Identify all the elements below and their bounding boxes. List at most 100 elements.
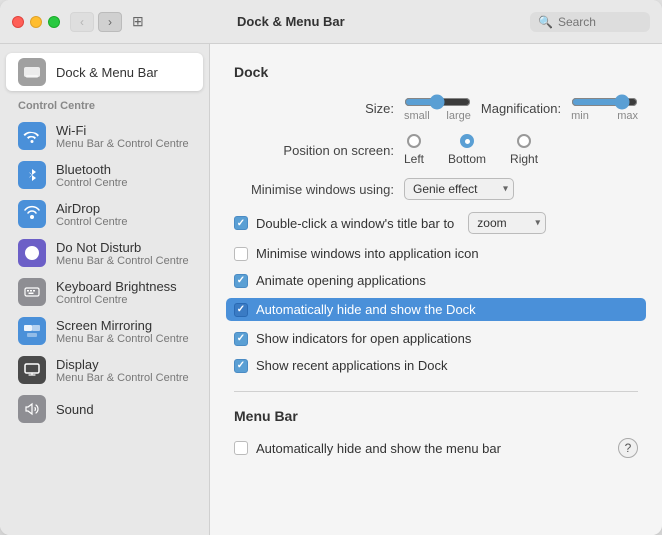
airdrop-icon — [18, 200, 46, 228]
sidebar-dock-label: Dock & Menu Bar — [56, 65, 158, 80]
minimise-icon-row: Minimise windows into application icon — [234, 244, 638, 263]
minimize-button[interactable] — [30, 16, 42, 28]
search-input[interactable] — [558, 15, 638, 29]
animate-label: Animate opening applications — [256, 273, 426, 288]
mag-max-label: max — [617, 110, 638, 122]
zoom-select[interactable]: zoom minimise — [468, 212, 546, 234]
sidebar: Dock & Menu Bar Control Centre Wi-Fi Men… — [0, 44, 210, 535]
sidebar-keyboard-label: Keyboard Brightness — [56, 279, 177, 294]
sidebar-airdrop-label: AirDrop — [56, 201, 128, 216]
sidebar-item-airdrop[interactable]: AirDrop Control Centre — [6, 195, 203, 233]
genie-effect-wrapper[interactable]: Genie effect Scale effect — [404, 178, 514, 200]
sidebar-wifi-sublabel: Menu Bar & Control Centre — [56, 138, 189, 150]
search-icon: 🔍 — [538, 15, 553, 29]
recent-checkbox[interactable] — [234, 359, 248, 373]
position-row: Position on screen: Left Bottom Right — [234, 134, 638, 166]
dnd-icon — [18, 239, 46, 267]
minimise-icon-checkbox[interactable] — [234, 247, 248, 261]
autohide-dock-label: Automatically hide and show the Dock — [256, 302, 476, 317]
recent-label: Show recent applications in Dock — [256, 358, 448, 373]
animate-checkbox[interactable] — [234, 274, 248, 288]
minimise-label: Minimise windows using: — [234, 182, 394, 197]
size-large-label: large — [446, 110, 470, 122]
keyboard-icon — [18, 278, 46, 306]
sidebar-item-keyboard[interactable]: Keyboard Brightness Control Centre — [6, 273, 203, 311]
sidebar-keyboard-sublabel: Control Centre — [56, 294, 177, 306]
autohide-dock-checkbox[interactable] — [234, 303, 248, 317]
double-click-row: Double-click a window's title bar to zoo… — [234, 210, 638, 236]
search-box[interactable]: 🔍 — [530, 12, 650, 32]
sidebar-item-wifi[interactable]: Wi-Fi Menu Bar & Control Centre — [6, 117, 203, 155]
sidebar-bluetooth-sublabel: Control Centre — [56, 177, 128, 189]
bluetooth-icon — [18, 161, 46, 189]
indicators-label: Show indicators for open applications — [256, 331, 471, 346]
menu-bar-autohide-row: Automatically hide and show the menu bar… — [234, 438, 638, 458]
position-right[interactable]: Right — [510, 134, 538, 166]
sidebar-item-dnd[interactable]: Do Not Disturb Menu Bar & Control Centre — [6, 234, 203, 272]
menu-bar-section-title: Menu Bar — [234, 408, 638, 424]
dock-section-title: Dock — [234, 64, 638, 80]
minimise-select[interactable]: Genie effect Scale effect — [404, 178, 514, 200]
size-small-label: small — [404, 110, 430, 122]
sidebar-dnd-label: Do Not Disturb — [56, 240, 189, 255]
minimise-icon-label: Minimise windows into application icon — [256, 246, 479, 261]
system-preferences-window: ‹ › ⊞ Dock & Menu Bar 🔍 Dock & Menu Ba — [0, 0, 662, 535]
autohide-menubar-checkbox-row: Automatically hide and show the menu bar — [234, 439, 501, 458]
mag-min-label: min — [571, 110, 589, 122]
position-options: Left Bottom Right — [404, 134, 538, 166]
sound-icon — [18, 395, 46, 423]
titlebar: ‹ › ⊞ Dock & Menu Bar 🔍 — [0, 0, 662, 44]
indicators-row: Show indicators for open applications — [234, 329, 638, 348]
sidebar-dnd-sublabel: Menu Bar & Control Centre — [56, 255, 189, 267]
checkboxes-section: Double-click a window's title bar to zoo… — [234, 210, 638, 375]
wifi-icon — [18, 122, 46, 150]
help-button[interactable]: ? — [618, 438, 638, 458]
double-click-checkbox[interactable] — [234, 216, 248, 230]
section-divider — [234, 391, 638, 392]
radio-bottom[interactable] — [460, 134, 474, 148]
size-label: Size: — [234, 101, 394, 116]
sidebar-item-sound[interactable]: Sound — [6, 390, 203, 428]
sidebar-display-sublabel: Menu Bar & Control Centre — [56, 372, 189, 384]
position-bottom[interactable]: Bottom — [448, 134, 486, 166]
window-title: Dock & Menu Bar — [52, 14, 530, 29]
sidebar-mirroring-sublabel: Menu Bar & Control Centre — [56, 333, 189, 345]
sidebar-item-display[interactable]: Display Menu Bar & Control Centre — [6, 351, 203, 389]
magnification-label: Magnification: — [481, 101, 561, 116]
double-click-label: Double-click a window's title bar to — [256, 216, 454, 231]
autohide-menubar-label: Automatically hide and show the menu bar — [256, 441, 501, 456]
autohide-dock-row: Automatically hide and show the Dock — [226, 298, 646, 321]
sidebar-bluetooth-label: Bluetooth — [56, 162, 128, 177]
zoom-select-wrapper[interactable]: zoom minimise — [468, 212, 546, 234]
position-label: Position on screen: — [234, 143, 394, 158]
position-bottom-label: Bottom — [448, 152, 486, 166]
position-right-label: Right — [510, 152, 538, 166]
autohide-menubar-checkbox[interactable] — [234, 441, 248, 455]
sidebar-item-bluetooth[interactable]: Bluetooth Control Centre — [6, 156, 203, 194]
control-centre-header: Control Centre — [0, 92, 209, 116]
main-content: Dock & Menu Bar Control Centre Wi-Fi Men… — [0, 44, 662, 535]
sidebar-item-dock-menu-bar[interactable]: Dock & Menu Bar — [6, 53, 203, 91]
size-slider-container: small large — [404, 94, 471, 122]
sidebar-mirroring-label: Screen Mirroring — [56, 318, 189, 333]
animate-row: Animate opening applications — [234, 271, 638, 290]
size-slider[interactable] — [404, 94, 471, 110]
main-panel: Dock Size: small large Magnification: mi… — [210, 44, 662, 535]
size-row: Size: small large Magnification: min max — [234, 94, 638, 122]
indicators-checkbox[interactable] — [234, 332, 248, 346]
dock-menu-bar-icon — [18, 58, 46, 86]
screen-mirroring-icon — [18, 317, 46, 345]
sidebar-airdrop-sublabel: Control Centre — [56, 216, 128, 228]
sidebar-wifi-label: Wi-Fi — [56, 123, 189, 138]
recent-row: Show recent applications in Dock — [234, 356, 638, 375]
close-button[interactable] — [12, 16, 24, 28]
sidebar-item-mirroring[interactable]: Screen Mirroring Menu Bar & Control Cent… — [6, 312, 203, 350]
magnification-slider[interactable] — [571, 94, 638, 110]
minimise-row: Minimise windows using: Genie effect Sca… — [234, 178, 638, 200]
radio-right[interactable] — [517, 134, 531, 148]
position-left[interactable]: Left — [404, 134, 424, 166]
display-icon — [18, 356, 46, 384]
back-button[interactable]: ‹ — [70, 12, 94, 32]
radio-left[interactable] — [407, 134, 421, 148]
position-left-label: Left — [404, 152, 424, 166]
